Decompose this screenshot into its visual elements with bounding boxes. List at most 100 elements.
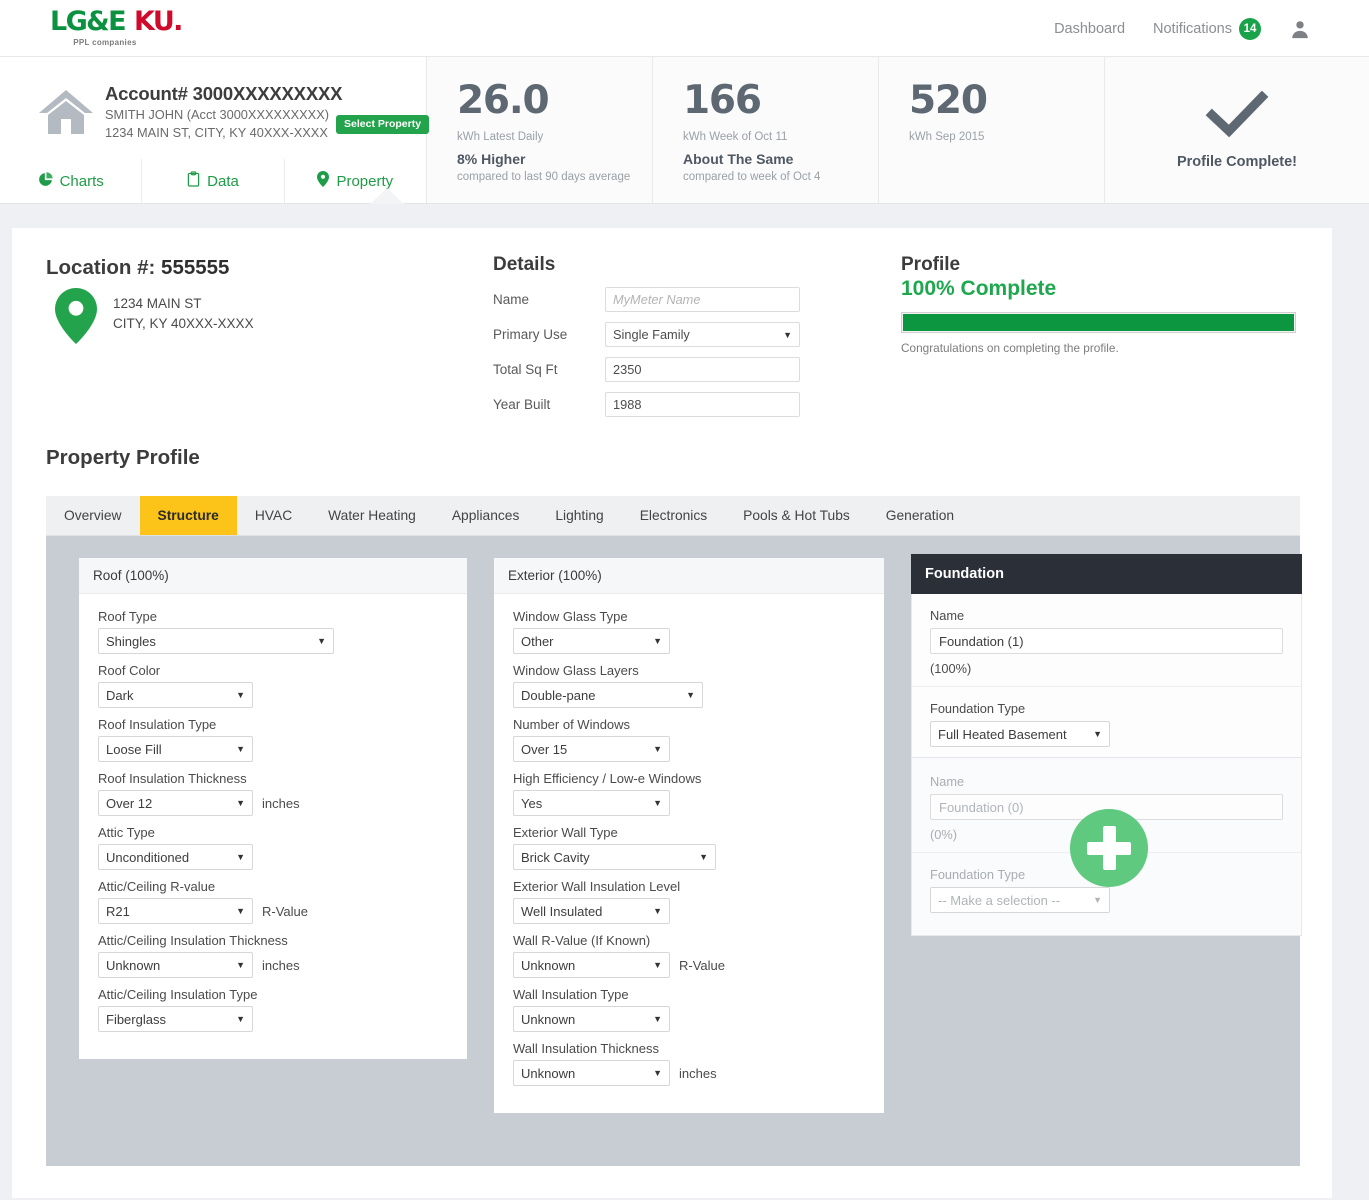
tab-property[interactable]: Property xyxy=(285,159,426,203)
tab-overview[interactable]: Overview xyxy=(46,496,140,535)
stat-note: compared to last 90 days average xyxy=(457,171,631,183)
tab-generation[interactable]: Generation xyxy=(868,496,972,535)
chevron-down-icon: ▼ xyxy=(236,906,245,916)
field-label: Attic/Ceiling R-value xyxy=(98,879,216,894)
field-value: Over 12 xyxy=(106,795,153,811)
field-label: Year Built xyxy=(493,397,551,412)
chevron-down-icon: ▼ xyxy=(653,906,662,916)
page-title: Property Profile xyxy=(46,446,200,469)
chevron-down-icon: ▼ xyxy=(653,1068,662,1078)
attic-type-select[interactable]: Unconditioned ▼ xyxy=(98,844,253,870)
field-window-glass-type: Window Glass Type Other ▼ xyxy=(513,609,865,654)
tab-appliances[interactable]: Appliances xyxy=(434,496,538,535)
chevron-down-icon: ▼ xyxy=(653,798,662,808)
chevron-down-icon: ▼ xyxy=(783,329,792,340)
field-value: Unknown xyxy=(521,1011,576,1027)
field-wall-r-value: Wall R-Value (If Known) Unknown ▼ R-Valu… xyxy=(513,933,865,978)
wall-insulation-type-select[interactable]: Unknown ▼ xyxy=(513,1006,670,1032)
details-row-name: Name MyMeter Name xyxy=(493,287,813,312)
field-attic-ceiling-insulation-thickness: Attic/Ceiling Insulation Thickness Unkno… xyxy=(98,933,448,978)
exterior-wall-insulation-level-select[interactable]: Well Insulated ▼ xyxy=(513,898,670,924)
foundation-1-percent: (100%) xyxy=(930,661,972,676)
chevron-down-icon: ▼ xyxy=(236,744,245,754)
profile-percent-label: 100% Complete xyxy=(901,277,1057,300)
high-efficiency-windows-select[interactable]: Yes ▼ xyxy=(513,790,670,816)
tab-electronics[interactable]: Electronics xyxy=(622,496,725,535)
window-glass-layers-select[interactable]: Double-pane ▼ xyxy=(513,682,703,708)
location-address: 1234 MAIN ST CITY, KY 40XXX-XXXX xyxy=(113,294,254,333)
account-summary: Account# 3000XXXXXXXXX SMITH JOHN (Acct … xyxy=(0,57,430,204)
field-wall-insulation-thickness: Wall Insulation Thickness Unknown ▼ inch… xyxy=(513,1041,865,1086)
chevron-down-icon: ▼ xyxy=(653,960,662,970)
nav-dashboard-link[interactable]: Dashboard xyxy=(1054,21,1125,37)
field-label: Window Glass Type xyxy=(513,609,628,624)
location-label: Location #: xyxy=(46,256,156,279)
field-value: Well Insulated xyxy=(521,903,603,919)
notifications-badge: 14 xyxy=(1239,17,1261,40)
location-block: Location #: 555555 1234 MAIN ST CITY, KY… xyxy=(46,256,254,349)
attic-ceiling-insulation-type-select[interactable]: Fiberglass ▼ xyxy=(98,1006,253,1032)
tab-pools-hot-tubs[interactable]: Pools & Hot Tubs xyxy=(725,496,868,535)
exterior-panel-title: Exterior (100%) xyxy=(494,558,884,594)
tab-hvac[interactable]: HVAC xyxy=(237,496,310,535)
attic-ceiling-insulation-thickness-select[interactable]: Unknown ▼ xyxy=(98,952,253,978)
field-label: High Efficiency / Low-e Windows xyxy=(513,771,702,786)
ku-logo-text: KU. xyxy=(133,6,183,37)
tab-property-label: Property xyxy=(336,172,394,190)
foundation-entry-2-block: Name Foundation (0) (0%) Foundation Type… xyxy=(912,757,1301,935)
tab-data[interactable]: Data xyxy=(142,159,285,203)
stat-card-month: 520 kWh Sep 2015 xyxy=(879,57,1105,203)
stat-card-latest-daily: 26.0 kWh Latest Daily 8% Higher compared… xyxy=(427,57,653,203)
structure-panel-zone: Roof (100%) Roof Type Shingles ▼ Roof Co… xyxy=(46,536,1302,1166)
location-address-line-2: CITY, KY 40XXX-XXXX xyxy=(113,315,254,331)
chevron-down-icon: ▼ xyxy=(686,690,695,700)
chevron-down-icon: ▼ xyxy=(1093,895,1102,905)
foundation-1-name-input[interactable]: Foundation (1) xyxy=(930,628,1283,654)
foundation-panel: Foundation Name Foundation (1) (100%) Fo… xyxy=(911,554,1302,936)
nav-notifications-link[interactable]: Notifications 14 xyxy=(1153,17,1261,40)
roof-insulation-type-select[interactable]: Loose Fill ▼ xyxy=(98,736,253,762)
field-unit: R-Value xyxy=(262,903,309,919)
field-label: Roof Insulation Type xyxy=(98,717,217,732)
user-icon[interactable] xyxy=(1289,18,1311,40)
total-sqft-input[interactable]: 2350 xyxy=(605,357,800,382)
location-title: Location #: 555555 xyxy=(46,256,254,280)
add-foundation-button[interactable] xyxy=(1070,809,1148,887)
field-value: Single Family xyxy=(613,327,690,342)
foundation-2-type-select[interactable]: -- Make a selection -- ▼ xyxy=(930,887,1110,913)
roof-color-select[interactable]: Dark ▼ xyxy=(98,682,253,708)
roof-panel: Roof (100%) Roof Type Shingles ▼ Roof Co… xyxy=(79,558,467,1059)
field-number-of-windows: Number of Windows Over 15 ▼ xyxy=(513,717,865,762)
roof-insulation-thickness-select[interactable]: Over 12 ▼ xyxy=(98,790,253,816)
account-number-title: Account# 3000XXXXXXXXX xyxy=(105,83,343,104)
tab-charts[interactable]: Charts xyxy=(0,159,143,203)
window-glass-type-select[interactable]: Other ▼ xyxy=(513,628,670,654)
field-label: Roof Insulation Thickness xyxy=(98,771,247,786)
field-window-glass-layers: Window Glass Layers Double-pane ▼ xyxy=(513,663,865,708)
attic-ceiling-r-value-select[interactable]: R21 ▼ xyxy=(98,898,253,924)
field-value: Double-pane xyxy=(521,687,596,703)
details-row-total-sqft: Total Sq Ft 2350 xyxy=(493,357,813,382)
profile-progress-block: Profile 100% Complete Congratulations on… xyxy=(901,254,1296,355)
year-built-input[interactable]: 1988 xyxy=(605,392,800,417)
select-property-button[interactable]: Select Property xyxy=(336,115,430,134)
brand-logo[interactable]: LG&E KU. PPL companies xyxy=(50,6,183,47)
primary-use-select[interactable]: Single Family ▼ xyxy=(605,322,800,347)
field-unit: R-Value xyxy=(679,957,726,973)
meter-name-input[interactable]: MyMeter Name xyxy=(605,287,800,312)
lge-logo-text: LG&E xyxy=(50,6,127,37)
field-exterior-wall-insulation-level: Exterior Wall Insulation Level Well Insu… xyxy=(513,879,865,924)
tab-lighting[interactable]: Lighting xyxy=(537,496,621,535)
location-address-line-1: 1234 MAIN ST xyxy=(113,296,202,311)
number-of-windows-select[interactable]: Over 15 ▼ xyxy=(513,736,670,762)
field-label: Attic/Ceiling Insulation Thickness xyxy=(98,933,288,948)
wall-r-value-select[interactable]: Unknown ▼ xyxy=(513,952,670,978)
wall-insulation-thickness-select[interactable]: Unknown ▼ xyxy=(513,1060,670,1086)
roof-type-select[interactable]: Shingles ▼ xyxy=(98,628,334,654)
foundation-1-type-select[interactable]: Full Heated Basement ▼ xyxy=(930,721,1110,747)
field-value: Shingles xyxy=(106,633,156,649)
tab-structure[interactable]: Structure xyxy=(139,496,237,535)
tab-water-heating[interactable]: Water Heating xyxy=(310,496,434,535)
chevron-down-icon: ▼ xyxy=(653,744,662,754)
exterior-wall-type-select[interactable]: Brick Cavity ▼ xyxy=(513,844,716,870)
